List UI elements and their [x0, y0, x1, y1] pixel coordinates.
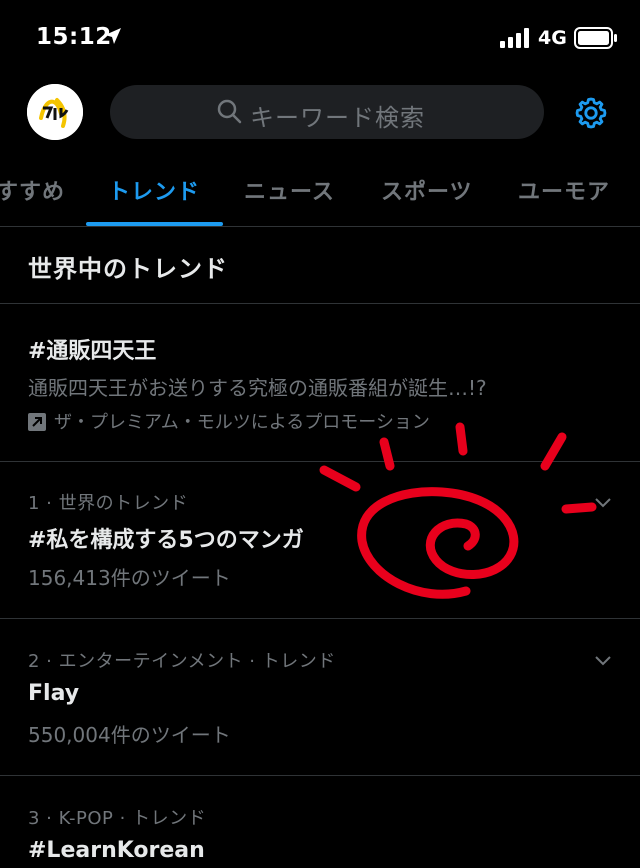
- chevron-down-icon[interactable]: [594, 494, 612, 513]
- promoted-by: ザ・プレミアム・モルツによるプロモーション: [28, 408, 430, 434]
- settings-gear-icon[interactable]: [572, 94, 610, 136]
- cellular-signal-icon: [500, 28, 532, 52]
- status-bar: 15:12 4G: [0, 0, 640, 80]
- search-input[interactable]: キーワード検索: [110, 85, 544, 139]
- tab-sports[interactable]: スポーツ: [381, 174, 473, 206]
- status-time: 15:12: [36, 24, 112, 50]
- location-arrow-icon: [104, 27, 122, 49]
- trend-name: Flay: [28, 681, 80, 706]
- trend-meta: 2 · エンターテインメント · トレンド: [28, 651, 336, 672]
- divider: [0, 775, 640, 776]
- tab-recommended[interactable]: すすめ: [0, 174, 65, 206]
- search-icon: [216, 98, 242, 128]
- explore-tabs: すすめ トレンド ニュース スポーツ ユーモア: [0, 160, 640, 227]
- promoted-by-label: ザ・プレミアム・モルツによるプロモーション: [54, 412, 430, 433]
- divider: [0, 303, 640, 304]
- trend-meta: 3 · K-POP · トレンド: [28, 808, 207, 829]
- divider: [0, 461, 640, 462]
- divider: [0, 618, 640, 619]
- promoted-trend-title: #通販四天王: [28, 339, 157, 364]
- trend-tweet-count: 550,004件のツイート: [28, 723, 231, 747]
- tab-news[interactable]: ニュース: [244, 174, 335, 206]
- battery-icon: [574, 27, 618, 53]
- trend-tweet-count: 156,413件のツイート: [28, 566, 231, 590]
- profile-avatar[interactable]: [27, 84, 83, 140]
- tab-humor[interactable]: ユーモア: [518, 174, 610, 206]
- network-type: 4G: [538, 27, 567, 49]
- active-tab-indicator: [86, 222, 223, 226]
- trends-screen: 15:12 4G キーワード検索 すすめ トレンド ニュース スポーツ ユーモア…: [0, 0, 640, 868]
- search-placeholder: キーワード検索: [250, 104, 425, 132]
- promoted-trend-description: 通販四天王がお送りする究極の通販番組が誕生…!?: [28, 376, 487, 400]
- tab-trends[interactable]: トレンド: [108, 174, 200, 206]
- section-title: 世界中のトレンド: [28, 255, 228, 283]
- promoted-arrow-icon: [28, 413, 46, 431]
- trend-name: #LearnKorean: [28, 838, 205, 863]
- trend-name: #私を構成する5つのマンガ: [28, 528, 304, 553]
- avatar-logo-icon: [27, 84, 83, 140]
- trend-meta: 1 · 世界のトレンド: [28, 493, 189, 514]
- chevron-down-icon[interactable]: [594, 652, 612, 671]
